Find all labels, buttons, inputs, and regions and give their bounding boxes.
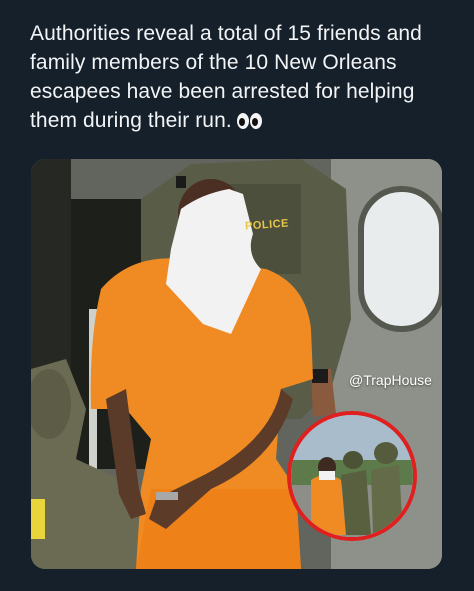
inset-mask <box>319 471 335 480</box>
hair-clip <box>176 176 186 188</box>
inset-officer-1 <box>341 470 371 535</box>
inset-officer-2 <box>371 465 403 535</box>
watermark-text: @TrapHouse <box>349 372 432 388</box>
inset-photo <box>287 411 417 541</box>
plane-window <box>358 186 442 332</box>
post-text-body: Authorities reveal a total of 15 friends… <box>30 22 422 132</box>
handcuff <box>156 492 178 500</box>
left-officer-patch <box>31 499 45 539</box>
eyes-icon <box>236 113 263 130</box>
inset-officer-1-helmet <box>343 451 363 469</box>
right-eye <box>249 113 262 130</box>
officer-watch <box>312 369 328 383</box>
inset-officer-2-helmet <box>374 442 398 464</box>
post-text: Authorities reveal a total of 15 friends… <box>30 19 450 135</box>
inset-scene <box>291 415 413 537</box>
post-image[interactable]: POLICE @TrapHouse <box>31 159 442 569</box>
inset-prisoner <box>311 475 346 535</box>
left-eye <box>236 113 249 130</box>
